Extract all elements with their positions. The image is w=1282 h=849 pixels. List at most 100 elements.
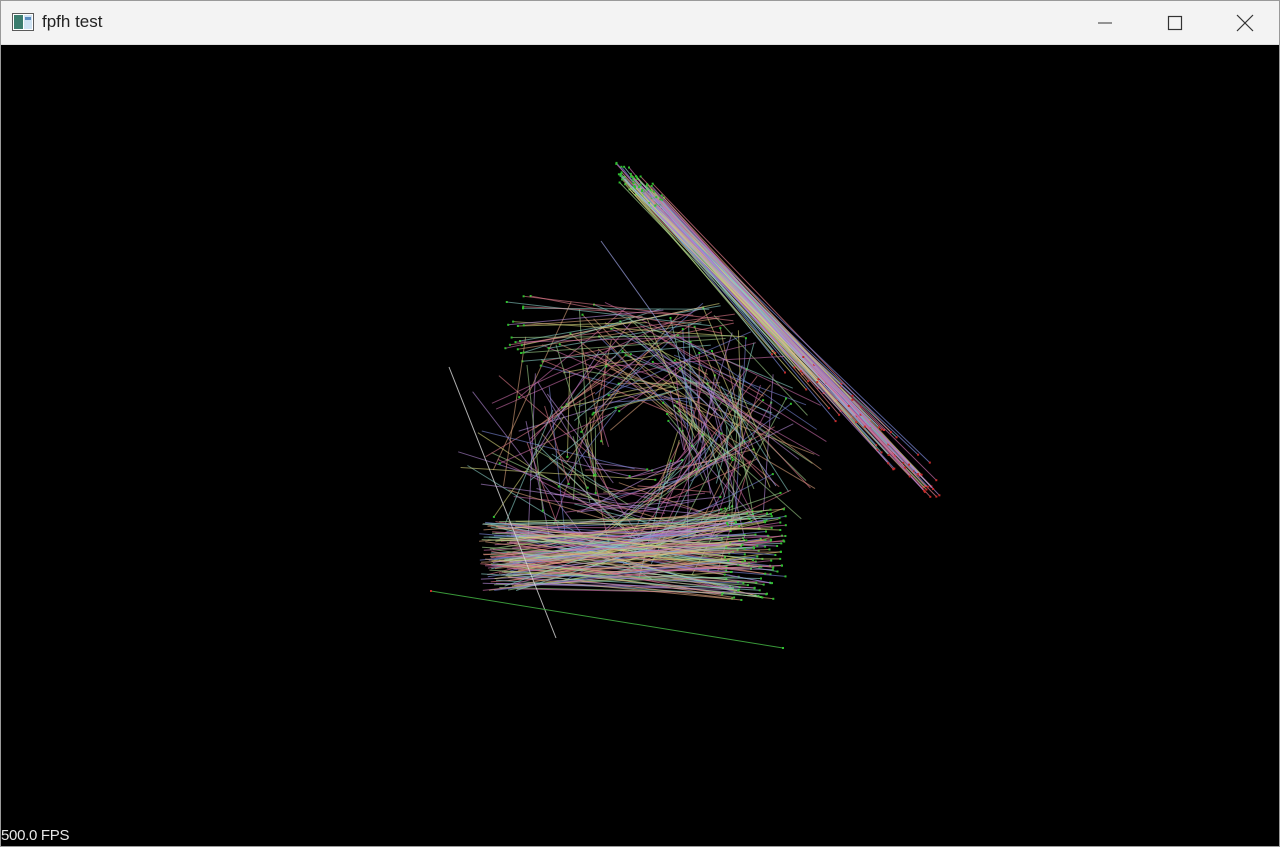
point-marker (770, 526, 773, 529)
point-marker (581, 313, 584, 316)
point-marker (566, 455, 569, 458)
point-marker (547, 347, 550, 350)
point-marker (744, 337, 747, 340)
point-marker (510, 336, 513, 339)
point-marker (768, 548, 771, 551)
close-button[interactable] (1210, 1, 1280, 45)
point-marker (799, 370, 802, 373)
point-marker (778, 517, 781, 520)
point-marker (769, 508, 772, 511)
point-marker (772, 566, 775, 569)
point-marker (784, 524, 787, 527)
point-marker (756, 555, 759, 558)
minimize-button[interactable] (1070, 1, 1140, 45)
point-marker (805, 388, 808, 391)
point-marker (505, 301, 508, 303)
point-marker (908, 463, 910, 466)
point-marker (721, 593, 724, 596)
maximize-button[interactable] (1140, 1, 1210, 45)
point-marker (762, 583, 765, 586)
title-bar[interactable]: fpfh test (1, 1, 1279, 45)
point-marker (667, 419, 670, 422)
point-marker (793, 366, 796, 369)
point-marker (567, 482, 570, 485)
minimize-icon (1097, 15, 1113, 31)
point-marker (654, 204, 657, 207)
point-marker (522, 305, 525, 308)
point-marker (929, 495, 932, 498)
point-marker (928, 461, 931, 464)
point-marker (660, 194, 663, 197)
point-marker (592, 411, 595, 414)
point-marker (764, 521, 767, 524)
point-marker (908, 475, 911, 478)
point-marker (770, 559, 773, 562)
point-marker (731, 459, 734, 461)
point-marker (541, 509, 544, 512)
point-marker (651, 360, 654, 363)
point-marker (802, 356, 805, 358)
window-title: fpfh test (42, 12, 103, 31)
point-marker (522, 351, 525, 354)
point-marker (539, 364, 542, 367)
point-marker (834, 420, 837, 423)
point-marker (650, 185, 653, 187)
point-marker (807, 380, 810, 383)
point-marker (771, 582, 773, 585)
point-marker (654, 478, 657, 481)
close-icon (1236, 14, 1254, 32)
point-marker (782, 508, 785, 511)
point-marker (651, 182, 654, 185)
point-marker (628, 475, 631, 478)
point-marker (754, 533, 757, 536)
point-marker (639, 184, 642, 187)
point-marker (492, 515, 495, 518)
point-marker (733, 596, 736, 599)
correspondence-line (621, 179, 819, 380)
point-marker (594, 473, 597, 476)
point-marker (655, 196, 658, 199)
point-marker (784, 535, 787, 537)
point-marker (935, 495, 938, 498)
point-marker (646, 183, 649, 186)
point-marker (498, 462, 501, 465)
point-marker (516, 348, 519, 351)
point-marker (720, 432, 723, 435)
point-marker (827, 407, 830, 410)
point-marker (779, 551, 782, 553)
point-marker (710, 350, 713, 352)
correspondence-line (595, 462, 648, 470)
point-marker (508, 343, 511, 346)
point-marker (781, 564, 783, 567)
point-marker (923, 489, 925, 492)
point-marker (615, 162, 618, 165)
point-marker (632, 176, 635, 179)
point-marker (741, 543, 744, 546)
point-marker (771, 353, 774, 356)
point-marker (889, 431, 892, 434)
point-marker (770, 512, 772, 515)
point-marker (729, 530, 732, 533)
point-marker (727, 559, 730, 562)
point-marker (723, 573, 726, 576)
point-marker (932, 487, 935, 490)
point-marker (430, 590, 432, 592)
point-marker (520, 344, 523, 347)
point-marker (764, 539, 767, 541)
point-marker (720, 508, 723, 511)
point-marker (785, 397, 787, 400)
point-marker (916, 473, 919, 476)
point-marker (628, 166, 630, 169)
render-viewport[interactable]: 500.0 FPS (1, 45, 1279, 846)
point-marker (618, 181, 621, 184)
point-marker (764, 572, 767, 575)
point-marker (762, 399, 765, 402)
point-marker (772, 597, 775, 600)
point-marker (892, 468, 895, 471)
point-marker (518, 396, 521, 399)
point-marker (784, 371, 786, 374)
correspondence-line (661, 199, 934, 490)
point-marker (679, 367, 682, 370)
correspondence-line (430, 590, 784, 649)
point-marker (619, 174, 622, 177)
